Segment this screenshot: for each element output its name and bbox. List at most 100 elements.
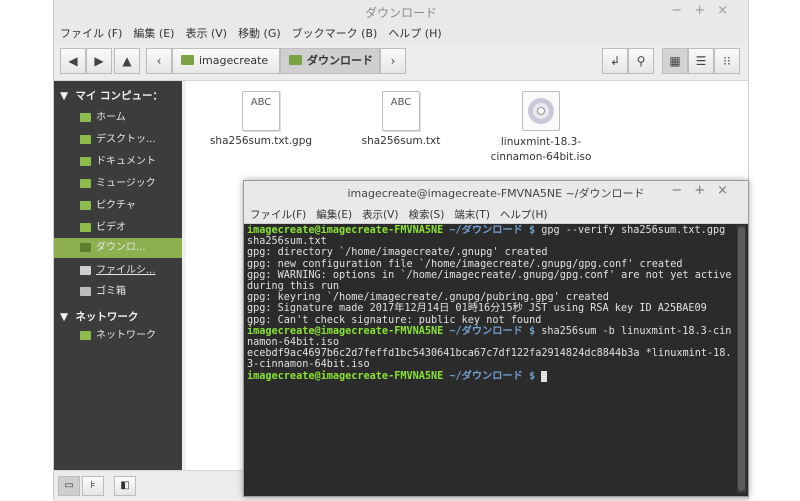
sidebar-item-desktop[interactable]: デスクトッ... <box>54 130 182 150</box>
compact-icon: ⁝⁝ <box>723 54 731 68</box>
videos-icon <box>80 223 91 232</box>
terminal-titlebar[interactable]: imagecreate@imagecreate-FMVNA5NE ~/ダウンロー… <box>244 181 748 203</box>
close-icon[interactable]: × <box>717 3 740 18</box>
prompt-user: imagecreate@imagecreate-FMVNA5NE <box>247 370 444 382</box>
terminal-window-buttons: −+× <box>671 183 740 198</box>
terminal-window: imagecreate@imagecreate-FMVNA5NE ~/ダウンロー… <box>243 180 749 497</box>
path-toggle-button[interactable]: ‹ <box>146 48 172 74</box>
folder-icon <box>289 55 302 65</box>
sidebar-item-filesystem[interactable]: ファイルシ... <box>54 261 182 281</box>
menu-bookmarks[interactable]: ブックマーク (B) <box>286 22 383 41</box>
folder-icon <box>181 55 194 65</box>
drive-icon <box>80 266 91 275</box>
menu-help[interactable]: ヘルプ (H) <box>382 22 446 41</box>
term-menu-file[interactable]: ファイル(F) <box>244 203 310 222</box>
sidebar-section-network[interactable]: ▼ ネットワーク <box>60 309 138 324</box>
network-icon <box>80 331 91 340</box>
sidebar: ▼ マイ コンピュー： ホーム デスクトッ... ドキュメント ミュージック ピ… <box>54 81 182 470</box>
fm-toolbar: ◀ ▶ ▲ ‹ imagecreate ダウンロード › ↲ ⚲ ▦ ☰ ⁝⁝ <box>54 42 748 81</box>
fm-window-buttons: −+× <box>671 3 740 18</box>
term-menu-view[interactable]: 表示(V) <box>356 203 402 222</box>
terminal-menubar: ファイル(F) 編集(E) 表示(V) 検索(S) 端末(T) ヘルプ(H) <box>244 203 748 224</box>
terminal-toggle-button[interactable]: ↲ <box>602 48 628 74</box>
list-view-button[interactable]: ☰ <box>688 48 714 74</box>
arrow-up-icon: ▲ <box>122 54 132 68</box>
term-menu-terminal[interactable]: 端末(T) <box>448 203 494 222</box>
terminal-output[interactable]: imagecreate@imagecreate-FMVNA5NE ~/ダウンロー… <box>247 225 735 493</box>
pictures-icon <box>80 201 91 210</box>
text-file-icon: ABC <box>242 91 280 131</box>
search-button[interactable]: ⚲ <box>628 48 654 74</box>
show-tree-button[interactable]: ⊧ <box>82 476 104 496</box>
scrollbar-thumb[interactable] <box>738 227 745 491</box>
file-name: sha256sum.txt <box>361 135 441 147</box>
documents-icon <box>80 157 91 166</box>
music-icon <box>80 179 91 188</box>
close-icon[interactable]: × <box>717 183 740 198</box>
prompt-user: imagecreate@imagecreate-FMVNA5NE <box>247 325 444 337</box>
file-item[interactable]: linuxmint-18.3-cinnamon-64bit.iso <box>481 91 601 165</box>
hide-sidebar-button[interactable]: ◧ <box>114 476 136 496</box>
maximize-icon[interactable]: + <box>694 3 717 18</box>
fm-menubar: ファイル (F) 編集 (E) 表示 (V) 移動 (G) ブックマーク (B) ヘルプ … <box>54 22 748 42</box>
menu-view[interactable]: 表示 (V) <box>179 22 232 41</box>
term-menu-search[interactable]: 検索(S) <box>402 203 448 222</box>
prompt-user: imagecreate@imagecreate-FMVNA5NE <box>247 225 444 236</box>
list-icon: ☰ <box>695 54 707 68</box>
command-output: gpg: directory `/home/imagecreate/.gnupg… <box>247 247 732 326</box>
sidebar-icon: ◧ <box>120 480 130 491</box>
prompt-dir: ~/ダウンロード $ <box>443 225 536 236</box>
menu-edit[interactable]: 編集 (E) <box>127 22 179 41</box>
folder-icon: ▭ <box>64 480 74 491</box>
sidebar-item-network[interactable]: ネットワーク <box>54 326 182 346</box>
crumb-downloads[interactable]: ダウンロード <box>280 48 380 74</box>
sidebar-section-computer[interactable]: ▼ マイ コンピュー： <box>60 88 163 103</box>
fm-titlebar[interactable]: ダウンロード −+× <box>54 0 748 22</box>
show-places-button[interactable]: ▭ <box>58 476 80 496</box>
terminal-scrollbar[interactable] <box>737 225 746 493</box>
up-button[interactable]: ▲ <box>114 48 140 74</box>
chevron-right-icon: › <box>390 54 396 68</box>
sidebar-item-trash[interactable]: ゴミ箱 <box>54 282 182 302</box>
sidebar-item-music[interactable]: ミュージック <box>54 174 182 194</box>
disc-icon <box>528 98 554 124</box>
search-icon: ⚲ <box>636 54 646 68</box>
desktop-icon <box>80 135 91 144</box>
crumb-imagecreate[interactable]: imagecreate <box>172 48 280 74</box>
arrow-left-icon: ◀ <box>68 54 78 68</box>
disc-image-icon <box>522 91 560 131</box>
file-name: linuxmint-18.3-cinnamon-64bit.iso <box>490 136 592 163</box>
sidebar-item-documents[interactable]: ドキュメント <box>54 152 182 172</box>
chevron-left-icon: ‹ <box>156 54 162 68</box>
file-item[interactable]: ABC sha256sum.txt <box>341 91 461 147</box>
file-item[interactable]: ABC sha256sum.txt.gpg <box>201 91 321 147</box>
sidebar-item-videos[interactable]: ビデオ <box>54 218 182 238</box>
prompt-dir: ~/ダウンロード $ <box>443 325 536 337</box>
prompt-dir: ~/ダウンロード $ <box>443 370 536 382</box>
compact-view-button[interactable]: ⁝⁝ <box>714 48 740 74</box>
sidebar-item-downloads[interactable]: ダウンロ... <box>54 238 182 258</box>
menu-go[interactable]: 移動 (G) <box>232 22 286 41</box>
forward-button[interactable]: ▶ <box>86 48 112 74</box>
icon-view-button[interactable]: ▦ <box>662 48 688 74</box>
sidebar-item-pictures[interactable]: ピクチャ <box>54 196 182 216</box>
fm-title: ダウンロード <box>364 6 437 20</box>
text-file-icon: ABC <box>382 91 420 131</box>
menu-file[interactable]: ファイル (F) <box>54 22 127 41</box>
minimize-icon[interactable]: − <box>671 183 694 198</box>
file-name: sha256sum.txt.gpg <box>209 135 313 147</box>
arrow-right-icon: ▶ <box>94 54 104 68</box>
trash-icon <box>80 287 91 296</box>
term-menu-help[interactable]: ヘルプ(H) <box>494 203 552 222</box>
minimize-icon[interactable]: − <box>671 3 694 18</box>
sidebar-item-home[interactable]: ホーム <box>54 108 182 128</box>
path-forward-button[interactable]: › <box>380 48 406 74</box>
back-button[interactable]: ◀ <box>60 48 86 74</box>
term-menu-edit[interactable]: 編集(E) <box>310 203 356 222</box>
home-icon <box>80 113 91 122</box>
maximize-icon[interactable]: + <box>694 183 717 198</box>
tree-icon: ⊧ <box>90 480 96 491</box>
downloads-icon <box>80 243 91 252</box>
command-output: ecebdf9ac4697b6c2d7feffd1bc5430641bca67c… <box>247 348 732 371</box>
grid-icon: ▦ <box>669 54 681 68</box>
